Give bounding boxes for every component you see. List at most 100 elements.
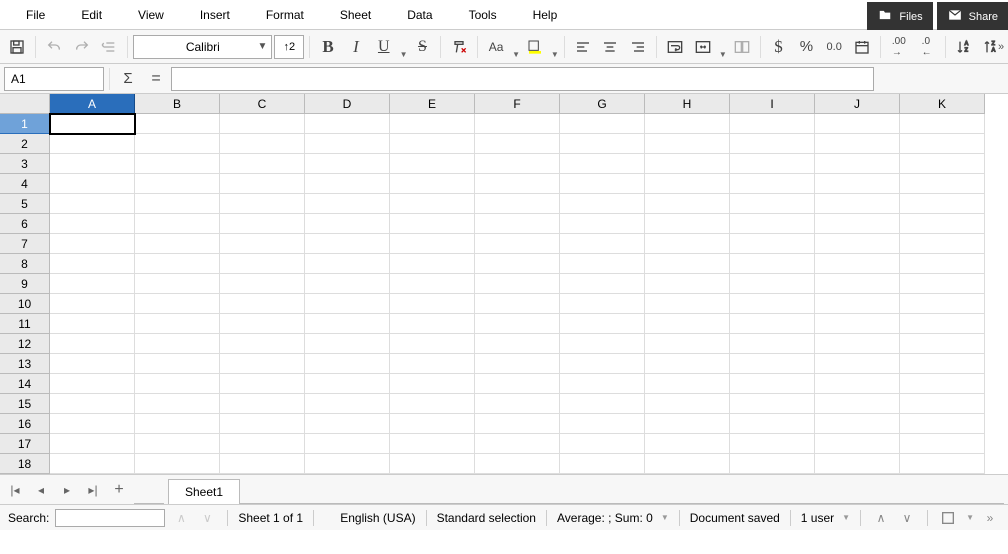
- cell[interactable]: [560, 434, 645, 454]
- cell[interactable]: [730, 454, 815, 474]
- cell[interactable]: [645, 134, 730, 154]
- cell[interactable]: [390, 294, 475, 314]
- next-sheet-button[interactable]: ▸: [56, 479, 78, 501]
- row-header[interactable]: 14: [0, 374, 50, 394]
- cell[interactable]: [900, 254, 985, 274]
- cell[interactable]: [475, 394, 560, 414]
- cell[interactable]: [730, 434, 815, 454]
- cell[interactable]: [390, 454, 475, 474]
- cell[interactable]: [135, 134, 220, 154]
- cell[interactable]: [730, 294, 815, 314]
- cell[interactable]: [730, 234, 815, 254]
- menu-insert[interactable]: Insert: [182, 2, 248, 28]
- cell[interactable]: [305, 114, 390, 134]
- cell[interactable]: [50, 394, 135, 414]
- cell[interactable]: [475, 254, 560, 274]
- cell[interactable]: [645, 454, 730, 474]
- row-header[interactable]: 16: [0, 414, 50, 434]
- cell[interactable]: [900, 414, 985, 434]
- align-center-button[interactable]: [598, 34, 624, 60]
- cell[interactable]: [305, 394, 390, 414]
- cell[interactable]: [560, 194, 645, 214]
- cell[interactable]: [900, 374, 985, 394]
- cell[interactable]: [560, 274, 645, 294]
- cell[interactable]: [645, 394, 730, 414]
- cell[interactable]: [50, 134, 135, 154]
- selection-mode-label[interactable]: Standard selection: [437, 511, 536, 525]
- cell[interactable]: [900, 354, 985, 374]
- cell[interactable]: [900, 454, 985, 474]
- cell[interactable]: [560, 414, 645, 434]
- row-header[interactable]: 5: [0, 194, 50, 214]
- date-format-button[interactable]: [849, 34, 875, 60]
- cell[interactable]: [900, 334, 985, 354]
- sum-button[interactable]: Σ: [115, 67, 141, 91]
- cell[interactable]: [390, 114, 475, 134]
- currency-button[interactable]: $: [766, 34, 792, 60]
- cell[interactable]: [475, 354, 560, 374]
- cell[interactable]: [475, 174, 560, 194]
- add-sheet-button[interactable]: +: [108, 479, 130, 501]
- cell[interactable]: [560, 174, 645, 194]
- column-header[interactable]: B: [135, 94, 220, 114]
- cell[interactable]: [50, 234, 135, 254]
- zoom-fit-button[interactable]: [938, 508, 958, 528]
- cell[interactable]: [815, 354, 900, 374]
- cell[interactable]: [220, 354, 305, 374]
- cell[interactable]: [390, 134, 475, 154]
- cell[interactable]: [50, 454, 135, 474]
- cell[interactable]: [645, 274, 730, 294]
- cell[interactable]: [305, 274, 390, 294]
- chevron-down-icon[interactable]: ▼: [966, 513, 974, 522]
- cell[interactable]: [900, 274, 985, 294]
- cell[interactable]: [730, 314, 815, 334]
- cell[interactable]: [815, 254, 900, 274]
- cell[interactable]: [560, 374, 645, 394]
- cell[interactable]: [50, 254, 135, 274]
- cell[interactable]: [645, 254, 730, 274]
- expand-down-button[interactable]: ∨: [897, 508, 917, 528]
- cell[interactable]: [560, 254, 645, 274]
- cell[interactable]: [560, 314, 645, 334]
- cell[interactable]: [645, 374, 730, 394]
- files-button[interactable]: Files: [867, 2, 932, 31]
- cell[interactable]: [645, 434, 730, 454]
- cell[interactable]: [390, 154, 475, 174]
- cell[interactable]: [815, 394, 900, 414]
- cell[interactable]: [50, 294, 135, 314]
- row-header[interactable]: 11: [0, 314, 50, 334]
- chevron-down-icon[interactable]: ▼: [719, 50, 727, 63]
- column-header[interactable]: I: [730, 94, 815, 114]
- cell[interactable]: [815, 194, 900, 214]
- cell[interactable]: [645, 314, 730, 334]
- user-count-label[interactable]: 1 user: [801, 511, 834, 525]
- cell[interactable]: [900, 114, 985, 134]
- cell[interactable]: [730, 194, 815, 214]
- cell[interactable]: [50, 114, 135, 134]
- cell[interactable]: [730, 214, 815, 234]
- cell[interactable]: [220, 434, 305, 454]
- cell[interactable]: [645, 154, 730, 174]
- cell[interactable]: [220, 154, 305, 174]
- clear-formatting-button[interactable]: [446, 34, 472, 60]
- cell[interactable]: [50, 434, 135, 454]
- cell[interactable]: [645, 414, 730, 434]
- cell[interactable]: [560, 354, 645, 374]
- cell[interactable]: [645, 294, 730, 314]
- cell[interactable]: [560, 114, 645, 134]
- cell[interactable]: [135, 174, 220, 194]
- cell[interactable]: [390, 254, 475, 274]
- cell[interactable]: [560, 234, 645, 254]
- background-color-button[interactable]: [522, 34, 548, 60]
- cell[interactable]: [50, 414, 135, 434]
- cell[interactable]: [730, 394, 815, 414]
- cell[interactable]: [900, 134, 985, 154]
- search-input[interactable]: [55, 509, 165, 527]
- cell[interactable]: [815, 214, 900, 234]
- cell[interactable]: [475, 314, 560, 334]
- cell[interactable]: [645, 234, 730, 254]
- name-box-input[interactable]: A1: [4, 67, 104, 91]
- cell[interactable]: [50, 214, 135, 234]
- column-header[interactable]: D: [305, 94, 390, 114]
- percent-button[interactable]: %: [793, 34, 819, 60]
